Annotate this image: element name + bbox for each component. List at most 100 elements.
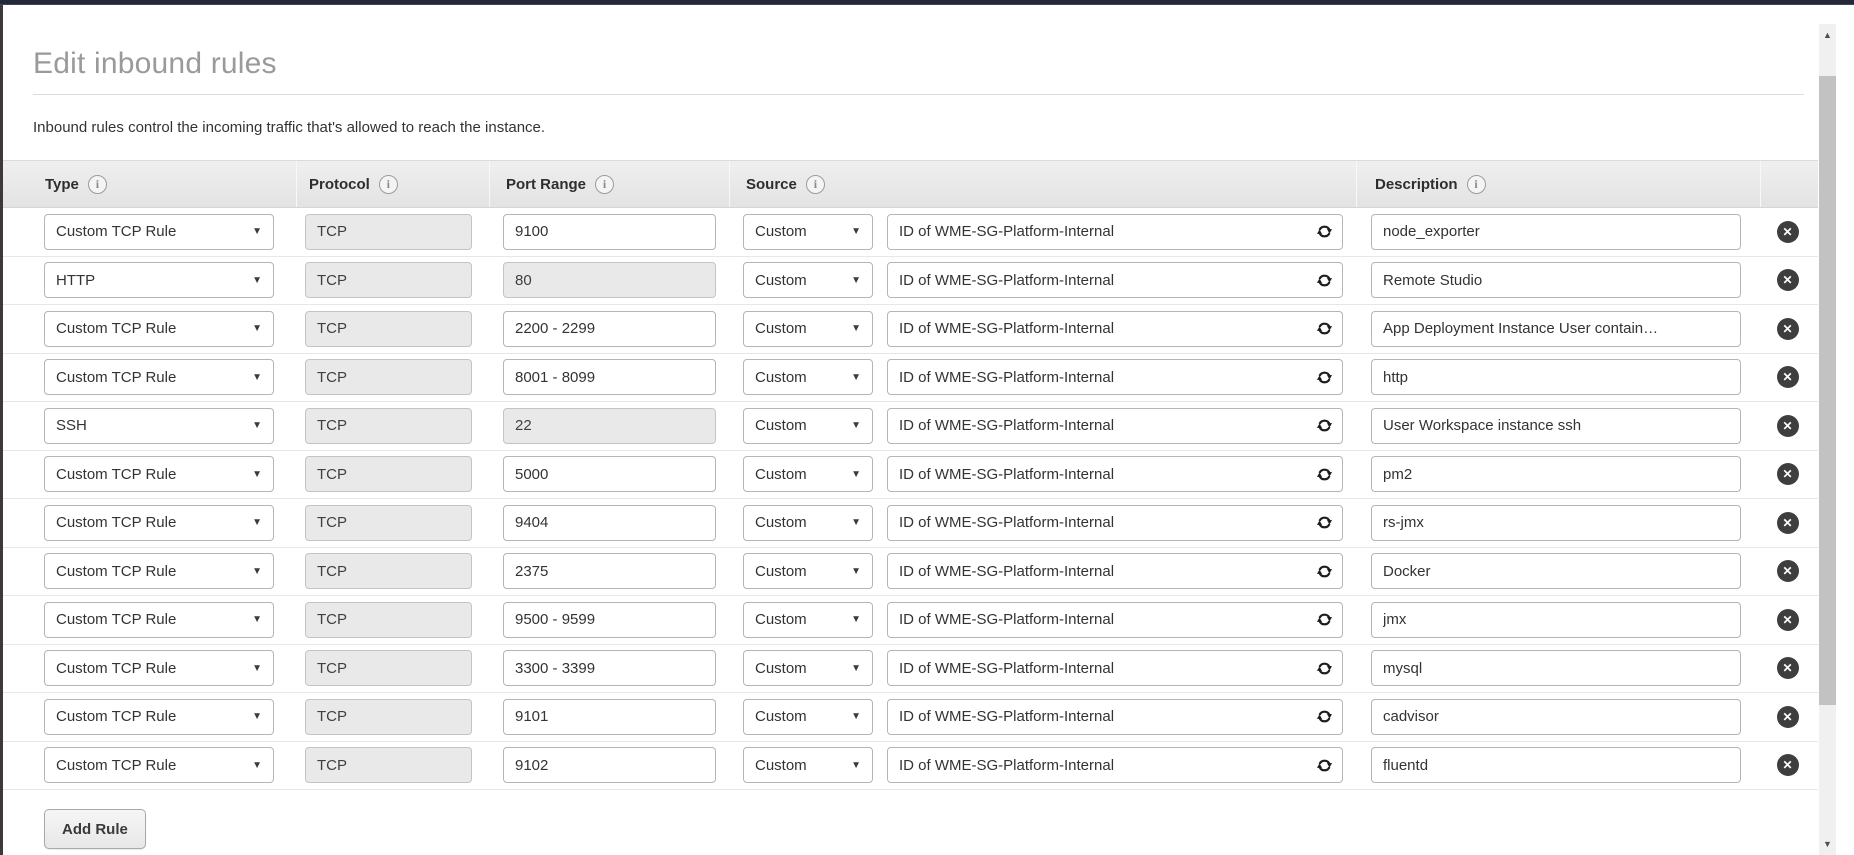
source-input[interactable] (887, 408, 1343, 444)
source-input[interactable] (887, 311, 1343, 347)
source-mode-select[interactable]: Custom ▼ (743, 359, 873, 395)
port-range-input[interactable] (503, 359, 716, 395)
type-select[interactable]: Custom TCP Rule ▼ (44, 359, 274, 395)
source-input[interactable] (887, 456, 1343, 492)
scrollbar-thumb[interactable] (1819, 76, 1836, 705)
type-select[interactable]: Custom TCP Rule ▼ (44, 456, 274, 492)
source-value-input[interactable] (899, 514, 1310, 531)
source-mode-select[interactable]: Custom ▼ (743, 602, 873, 638)
description-input[interactable] (1371, 699, 1741, 735)
source-mode-select[interactable]: Custom ▼ (743, 456, 873, 492)
description-input[interactable] (1371, 650, 1741, 686)
port-range-input[interactable] (503, 699, 716, 735)
delete-rule-button[interactable]: ✕ (1777, 657, 1799, 679)
delete-rule-button[interactable]: ✕ (1777, 221, 1799, 243)
source-input[interactable] (887, 262, 1343, 298)
description-input[interactable] (1371, 505, 1741, 541)
info-icon[interactable]: i (806, 175, 825, 194)
type-select[interactable]: Custom TCP Rule ▼ (44, 505, 274, 541)
source-value-input[interactable] (899, 466, 1310, 483)
port-range-input[interactable] (503, 311, 716, 347)
refresh-icon[interactable] (1316, 611, 1333, 628)
refresh-icon[interactable] (1316, 514, 1333, 531)
source-input[interactable] (887, 553, 1343, 589)
refresh-icon[interactable] (1316, 466, 1333, 483)
refresh-icon[interactable] (1316, 320, 1333, 337)
type-select[interactable]: SSH ▼ (44, 408, 274, 444)
add-rule-button[interactable]: Add Rule (44, 809, 146, 849)
source-value-input[interactable] (899, 563, 1310, 580)
description-input[interactable] (1371, 408, 1741, 444)
source-value-input[interactable] (899, 660, 1310, 677)
source-mode-select[interactable]: Custom ▼ (743, 505, 873, 541)
delete-rule-button[interactable]: ✕ (1777, 318, 1799, 340)
source-input[interactable] (887, 699, 1343, 735)
refresh-icon[interactable] (1316, 417, 1333, 434)
source-mode-select[interactable]: Custom ▼ (743, 262, 873, 298)
source-mode-select[interactable]: Custom ▼ (743, 747, 873, 783)
source-value-input[interactable] (899, 320, 1310, 337)
info-icon[interactable]: i (88, 175, 107, 194)
delete-rule-button[interactable]: ✕ (1777, 609, 1799, 631)
delete-rule-button[interactable]: ✕ (1777, 366, 1799, 388)
source-input[interactable] (887, 505, 1343, 541)
description-input[interactable] (1371, 262, 1741, 298)
delete-rule-button[interactable]: ✕ (1777, 754, 1799, 776)
type-select[interactable]: Custom TCP Rule ▼ (44, 553, 274, 589)
refresh-icon[interactable] (1316, 369, 1333, 386)
source-mode-select[interactable]: Custom ▼ (743, 650, 873, 686)
delete-rule-button[interactable]: ✕ (1777, 706, 1799, 728)
port-range-input[interactable] (503, 505, 716, 541)
source-value-input[interactable] (899, 272, 1310, 289)
source-input[interactable] (887, 602, 1343, 638)
type-select[interactable]: HTTP ▼ (44, 262, 274, 298)
vertical-scrollbar[interactable]: ▲ ▼ (1819, 24, 1836, 855)
source-mode-select[interactable]: Custom ▼ (743, 214, 873, 250)
source-value-input[interactable] (899, 708, 1310, 725)
description-input[interactable] (1371, 602, 1741, 638)
delete-rule-button[interactable]: ✕ (1777, 415, 1799, 437)
refresh-icon[interactable] (1316, 563, 1333, 580)
description-input[interactable] (1371, 553, 1741, 589)
source-value-input[interactable] (899, 417, 1310, 434)
source-value-input[interactable] (899, 369, 1310, 386)
refresh-icon[interactable] (1316, 708, 1333, 725)
info-icon[interactable]: i (379, 175, 398, 194)
port-range-input[interactable] (503, 747, 716, 783)
source-mode-select[interactable]: Custom ▼ (743, 553, 873, 589)
description-input[interactable] (1371, 214, 1741, 250)
delete-rule-button[interactable]: ✕ (1777, 269, 1799, 291)
source-input[interactable] (887, 650, 1343, 686)
description-input[interactable] (1371, 311, 1741, 347)
delete-rule-button[interactable]: ✕ (1777, 560, 1799, 582)
port-range-input[interactable] (503, 456, 716, 492)
source-value-input[interactable] (899, 611, 1310, 628)
source-mode-select[interactable]: Custom ▼ (743, 699, 873, 735)
description-input[interactable] (1371, 359, 1741, 395)
port-range-input[interactable] (503, 214, 716, 250)
delete-rule-button[interactable]: ✕ (1777, 512, 1799, 534)
type-select[interactable]: Custom TCP Rule ▼ (44, 602, 274, 638)
port-range-input[interactable] (503, 602, 716, 638)
source-mode-select[interactable]: Custom ▼ (743, 311, 873, 347)
port-range-input[interactable] (503, 553, 716, 589)
type-select[interactable]: Custom TCP Rule ▼ (44, 747, 274, 783)
type-select[interactable]: Custom TCP Rule ▼ (44, 214, 274, 250)
type-select[interactable]: Custom TCP Rule ▼ (44, 650, 274, 686)
refresh-icon[interactable] (1316, 272, 1333, 289)
source-input[interactable] (887, 747, 1343, 783)
source-mode-select[interactable]: Custom ▼ (743, 408, 873, 444)
scroll-down-arrow-icon[interactable]: ▼ (1819, 835, 1836, 853)
source-input[interactable] (887, 214, 1343, 250)
source-input[interactable] (887, 359, 1343, 395)
source-value-input[interactable] (899, 757, 1310, 774)
type-select[interactable]: Custom TCP Rule ▼ (44, 311, 274, 347)
refresh-icon[interactable] (1316, 660, 1333, 677)
delete-rule-button[interactable]: ✕ (1777, 463, 1799, 485)
info-icon[interactable]: i (1467, 175, 1486, 194)
refresh-icon[interactable] (1316, 757, 1333, 774)
scroll-up-arrow-icon[interactable]: ▲ (1819, 26, 1836, 44)
refresh-icon[interactable] (1316, 223, 1333, 240)
info-icon[interactable]: i (595, 175, 614, 194)
source-value-input[interactable] (899, 223, 1310, 240)
